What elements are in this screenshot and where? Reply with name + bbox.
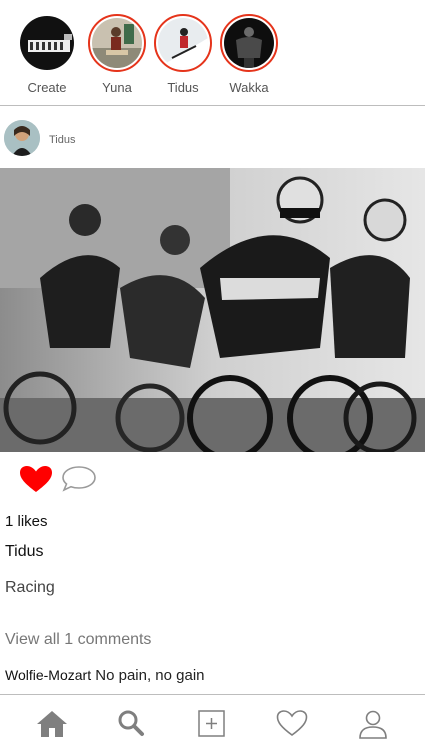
story-tidus[interactable]: Tidus [148, 14, 218, 95]
comment-button[interactable] [60, 464, 98, 494]
story-ring [154, 14, 212, 72]
avatar[interactable] [4, 120, 40, 156]
post-actions [0, 462, 425, 496]
heart-filled-icon [20, 466, 52, 492]
home-icon [37, 711, 67, 737]
comment-user[interactable]: Wolfie-Mozart [5, 667, 91, 683]
story-label: Yuna [102, 80, 132, 95]
story-wakka[interactable]: Wakka [214, 14, 284, 95]
story-label: Wakka [229, 80, 269, 95]
story-label: Create [27, 80, 67, 95]
post-header: Tidus [0, 118, 425, 158]
story-ring [88, 14, 146, 72]
profile-icon [359, 710, 387, 739]
home-button[interactable] [35, 707, 69, 741]
tidus-thumbnail [158, 18, 208, 68]
story-ring [220, 14, 278, 72]
comment: Wolfie-Mozart No pain, no gain [5, 667, 205, 684]
wakka-thumbnail [224, 18, 274, 68]
view-comments-link[interactable]: View all 1 comments [5, 631, 151, 649]
comment-text: No pain, no gain [95, 667, 205, 684]
yuna-thumbnail [92, 18, 142, 68]
post-username[interactable]: Tidus [49, 134, 76, 146]
stories-bar: Create Yuna Tidus Wakka [0, 0, 425, 106]
bottom-nav [0, 694, 425, 756]
story-create[interactable]: Create [12, 14, 82, 95]
likes-count: 1 likes [5, 513, 48, 530]
story-yuna[interactable]: Yuna [82, 14, 152, 95]
activity-button[interactable] [275, 707, 309, 741]
heart-outline-icon [276, 710, 308, 736]
profile-button[interactable] [356, 707, 390, 741]
keyboard-thumbnail [20, 16, 74, 70]
like-button[interactable] [18, 464, 54, 494]
cyclists-racing-photo [0, 168, 425, 452]
post-caption: Racing [5, 579, 55, 596]
story-create-ring [18, 14, 76, 72]
story-label: Tidus [167, 80, 199, 95]
add-post-button[interactable] [195, 707, 229, 741]
add-post-icon [198, 710, 225, 737]
comment-bubble-icon [62, 466, 96, 492]
search-icon [118, 710, 144, 736]
search-button[interactable] [114, 707, 148, 741]
post-author[interactable]: Tidus [5, 543, 44, 561]
